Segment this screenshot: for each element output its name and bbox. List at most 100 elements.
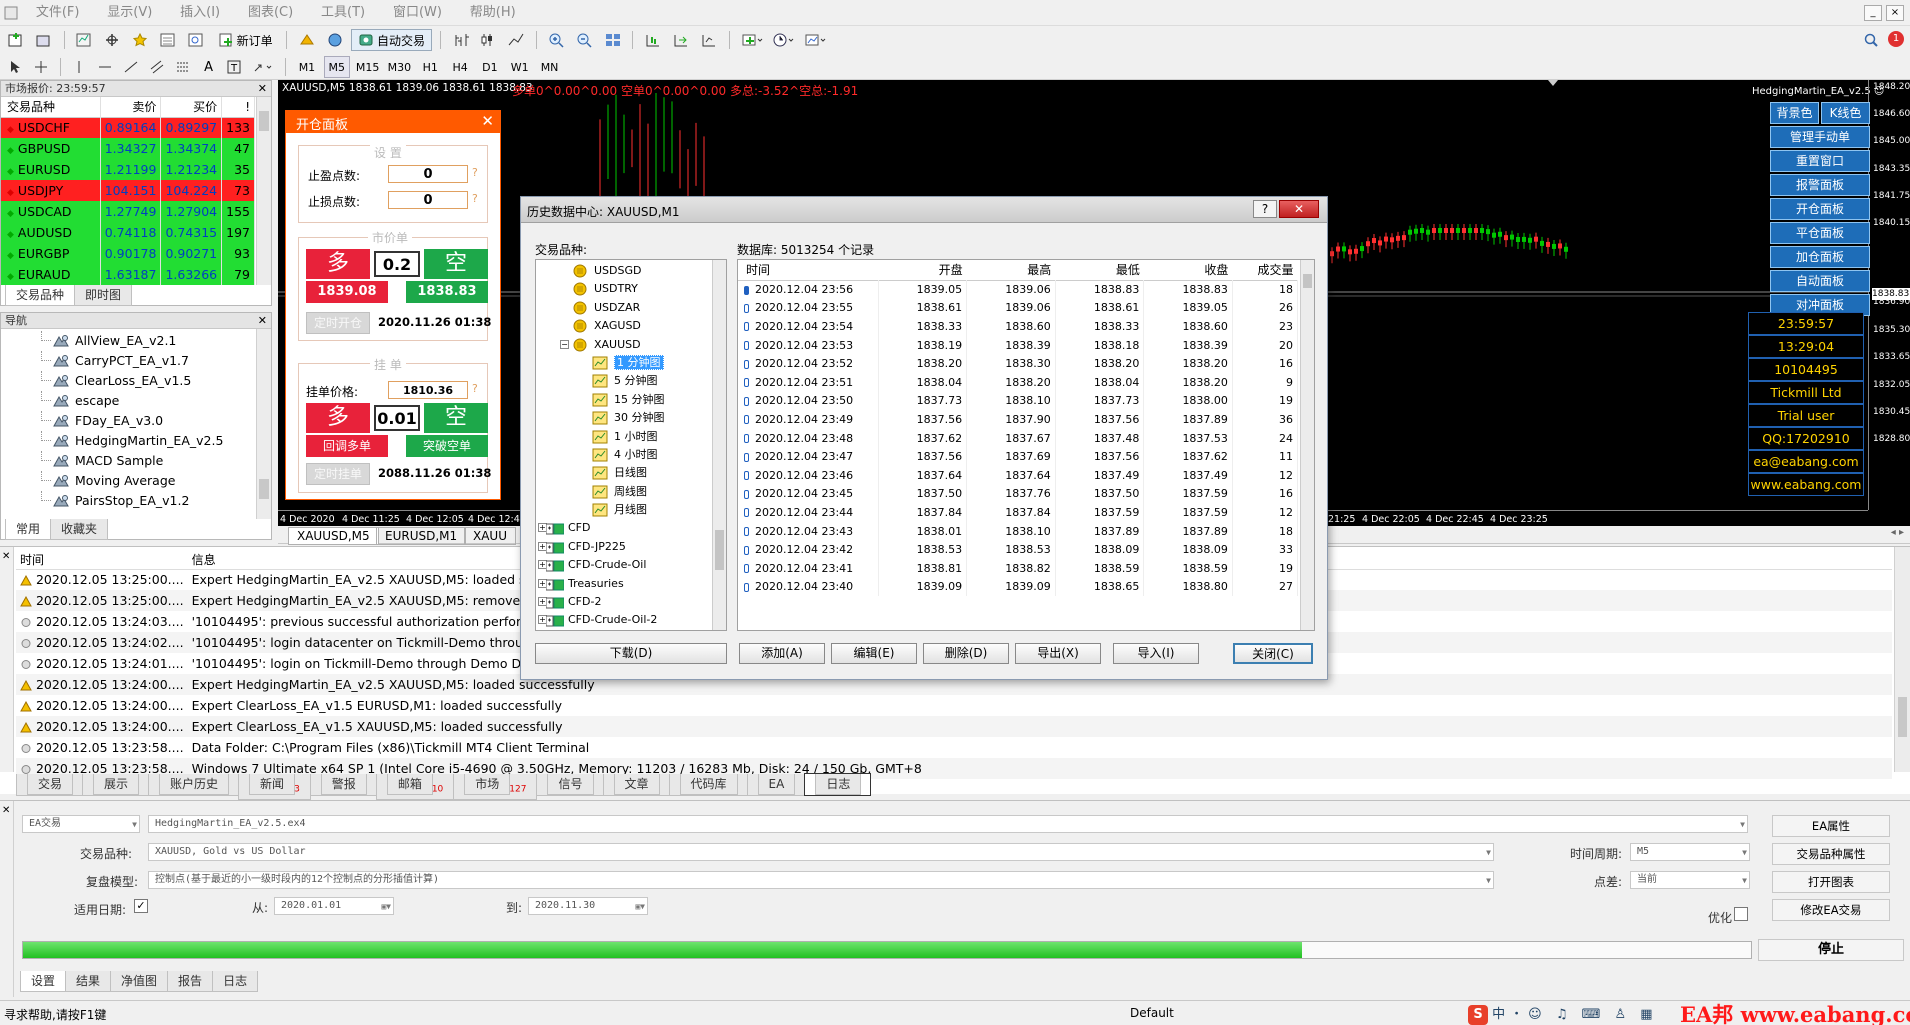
timeframe-m30[interactable]: M30	[385, 56, 413, 78]
timed-open-button[interactable]: 定时开仓	[306, 312, 370, 334]
alert-panel-button[interactable]: 报警面板	[1770, 174, 1870, 196]
download-button[interactable]: 下载(D)	[535, 643, 727, 664]
period-select[interactable]: M5 ▼	[1630, 843, 1750, 861]
manage-manual-button[interactable]: 管理手动单	[1770, 126, 1870, 148]
navigator-item[interactable]: Moving Average	[1, 471, 271, 491]
market-watch-row[interactable]: ◆ EURGBP 0.90178 0.90271 93	[1, 243, 255, 264]
tree-node[interactable]: + Treasuries	[536, 575, 726, 593]
mode-select[interactable]: EA交易 ▼	[22, 815, 140, 833]
candlestick-icon[interactable]	[476, 29, 500, 51]
horizontal-line-icon[interactable]	[94, 56, 116, 78]
help-button[interactable]: ?	[1253, 200, 1277, 218]
tester-side-handle[interactable]: ✕	[0, 801, 14, 997]
trendline-icon[interactable]	[120, 56, 142, 78]
terminal-tab[interactable]: 交易	[16, 774, 84, 796]
tree-node[interactable]: 日线图	[536, 464, 726, 482]
market-watch-row[interactable]: ◆ USDJPY 104.151 104.224 73	[1, 180, 255, 201]
history-row[interactable]: 2020.12.04 23:51 1838.04 1838.20 1838.04 183…	[738, 372, 1299, 392]
tree-node[interactable]: − XAUUSD	[536, 336, 726, 354]
history-row[interactable]: 2020.12.04 23:46 1837.64 1837.64 1837.49 183…	[738, 465, 1299, 485]
tree-node[interactable]: 5 分钟图	[536, 372, 726, 390]
menu-charts[interactable]: 图表(C)	[236, 0, 305, 26]
collapse-icon[interactable]: −	[560, 339, 569, 349]
candle-color-button[interactable]: K线色	[1821, 102, 1870, 124]
channel-icon[interactable]	[146, 56, 168, 78]
col-time[interactable]: 时间	[738, 260, 878, 280]
crosshair-icon[interactable]	[30, 56, 52, 78]
history-row[interactable]: 2020.12.04 23:56 1839.05 1839.06 1838.83 183…	[738, 280, 1299, 299]
history-row[interactable]: 2020.12.04 23:52 1838.20 1838.30 1838.20 183…	[738, 354, 1299, 373]
app-icon[interactable]	[0, 0, 20, 26]
history-row[interactable]: 2020.12.04 23:54 1838.33 1838.60 1838.33 183…	[738, 317, 1299, 336]
history-row[interactable]: 2020.12.04 23:42 1838.53 1838.53 1838.09 183…	[738, 540, 1299, 559]
auto-panel-button[interactable]: 自动面板	[1770, 270, 1870, 292]
journal-row[interactable]: 2020.12.05 13:23:58.... Data Folder: C:\P…	[16, 737, 1892, 758]
from-date[interactable]: 2020.01.01 ▣▼	[274, 897, 394, 915]
tree-node[interactable]: 周线图	[536, 483, 726, 501]
terminal-tab[interactable]: 文章	[602, 774, 670, 796]
tile-windows-icon[interactable]	[601, 29, 625, 51]
terminal-tab[interactable]: 展示	[82, 774, 150, 796]
tester-icon[interactable]	[184, 29, 208, 51]
close-icon[interactable]: ✕	[2, 805, 10, 816]
timed-pending-time[interactable]: 2088.11.26 01:38	[378, 466, 491, 480]
close-icon[interactable]: ✕	[258, 313, 267, 329]
metaeditor-icon[interactable]	[295, 29, 319, 51]
terminal-tab[interactable]: 警报	[309, 774, 377, 796]
timeframe-h1[interactable]: H1	[417, 56, 443, 78]
col-low[interactable]: 最低	[1055, 260, 1144, 280]
help-icon[interactable]: ?	[472, 382, 478, 395]
close-icon[interactable]: ✕	[481, 112, 494, 130]
market-watch-row[interactable]: ◆ USDCHF 0.89164 0.89297 133	[1, 117, 255, 138]
history-row[interactable]: 2020.12.04 23:50 1837.73 1838.10 1837.73 183…	[738, 391, 1299, 411]
navigator-icon[interactable]	[128, 29, 152, 51]
journal-row[interactable]: 2020.12.05 13:24:00.... Expert ClearLoss_…	[16, 695, 1892, 716]
timeframe-w1[interactable]: W1	[507, 56, 533, 78]
to-date[interactable]: 2020.11.30 ▣▼	[528, 897, 648, 915]
navigator-item[interactable]: ClearLoss_EA_v1.5	[1, 371, 271, 391]
period-sep-icon[interactable]	[697, 29, 721, 51]
navigator-item[interactable]: PairsStop_EA_v1.2	[1, 491, 271, 511]
market-watch-row[interactable]: ◆ GBPUSD 1.34327 1.34374 47	[1, 138, 255, 159]
tab-common[interactable]: 常用	[5, 519, 52, 540]
history-row[interactable]: 2020.12.04 23:43 1838.01 1838.10 1837.89 183…	[738, 521, 1299, 541]
model-select[interactable]: 控制点(基于最近的小一级时段内的12个控制点的分形插值计算) ▼	[148, 871, 1494, 889]
vertical-line-icon[interactable]	[68, 56, 90, 78]
tree-node[interactable]: 1 分钟图	[536, 354, 726, 372]
tree-node[interactable]: USDZAR	[536, 299, 726, 317]
chart-tab-xauusd[interactable]: XAUUSD,M5	[288, 527, 379, 545]
ime-toolbar[interactable]: S 中・☺ ♫ ⌨ ♙ ▦ ✿	[1468, 1003, 1678, 1025]
ea-properties-button[interactable]: EA属性	[1772, 815, 1890, 837]
add-button[interactable]: 添加(A)	[739, 643, 825, 664]
pending-lot-input[interactable]: 0.01	[374, 405, 420, 431]
chart-tabs-nav[interactable]: ◂ ▸	[1891, 527, 1904, 538]
tree-node[interactable]: XAGUSD	[536, 317, 726, 335]
menu-window[interactable]: 窗口(W)	[381, 0, 454, 26]
navigator-item[interactable]: MACD Sample	[1, 451, 271, 471]
terminal-tab[interactable]: 市场 127	[453, 774, 538, 801]
terminal-icon[interactable]	[156, 29, 180, 51]
menu-file[interactable]: 文件(F)	[24, 0, 92, 26]
col-time[interactable]: 时间	[16, 551, 188, 569]
timeframe-h4[interactable]: H4	[447, 56, 473, 78]
timeframe-d1[interactable]: D1	[477, 56, 503, 78]
chart-tab-eurusd[interactable]: EURUSD,M1	[376, 527, 467, 545]
tester-tab-graph[interactable]: 净值图	[110, 971, 169, 992]
market-watch-row[interactable]: ◆ EURAUD 1.63187 1.63266 79	[1, 264, 255, 285]
add-panel-button[interactable]: 加仓面板	[1770, 246, 1870, 268]
pending-sell-button[interactable]: 空	[424, 403, 488, 433]
tree-node[interactable]: USDTRY	[536, 280, 726, 298]
open-chart-button[interactable]: 打开图表	[1772, 871, 1890, 893]
tab-tick-chart[interactable]: 即时图	[74, 285, 133, 306]
timed-pending-button[interactable]: 定时挂单	[306, 463, 370, 485]
tree-node[interactable]: 30 分钟图	[536, 409, 726, 427]
tree-node[interactable]: + CFD-JP225	[536, 538, 726, 556]
history-row[interactable]: 2020.12.04 23:41 1838.81 1838.82 1838.59 183…	[738, 558, 1299, 578]
navigator-item[interactable]: CarryPCT_EA_v1.7	[1, 351, 271, 371]
market-watch-row[interactable]: ◆ USDCAD 1.27749 1.27904 155	[1, 201, 255, 222]
search-icon[interactable]	[1860, 29, 1882, 51]
edit-button[interactable]: 编辑(E)	[831, 643, 917, 664]
text-icon[interactable]: A	[198, 56, 220, 78]
tree-node[interactable]: 4 小时图	[536, 446, 726, 464]
menu-help[interactable]: 帮助(H)	[458, 0, 528, 26]
